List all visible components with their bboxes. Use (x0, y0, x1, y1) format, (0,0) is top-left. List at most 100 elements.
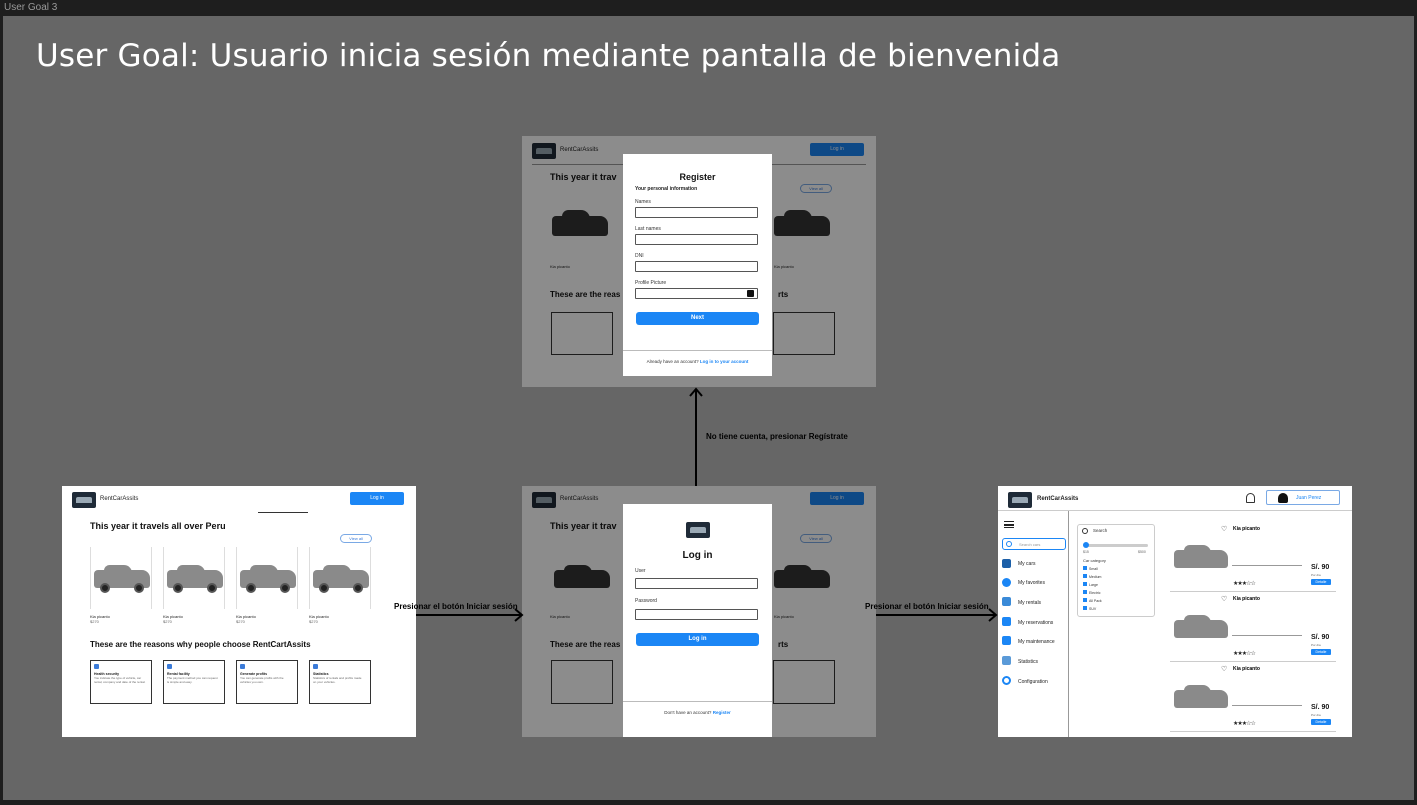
car-listing[interactable]: ♡ Kia picanto ★★★☆☆ S/. 90 Por día Detal… (1170, 524, 1336, 592)
wheel-icon (207, 583, 217, 593)
dni-label: DNI (635, 253, 644, 259)
car-listing[interactable]: ♡ Kia picanto ★★★☆☆ S/. 90 Por día Detal… (1170, 664, 1336, 732)
view-all-button[interactable]: View all (340, 534, 372, 543)
dashboard-screen: RentCarAssits Juan Perez Search cars My … (998, 486, 1352, 737)
user-name: Juan Perez (1296, 495, 1322, 501)
car-price: $270 (90, 619, 99, 624)
reason-card: Rental facility The payment method you c… (163, 660, 225, 704)
brand-name: RentCarAssits (100, 496, 139, 502)
detail-button[interactable]: Detalle (1311, 719, 1331, 725)
password-label: Password (635, 598, 657, 604)
wheel-icon (173, 583, 183, 593)
nav-my-favorites[interactable]: My favorites (1018, 580, 1045, 586)
category-item[interactable]: All Pack (1083, 598, 1102, 603)
user-chip[interactable]: Juan Perez (1266, 490, 1340, 505)
category-item[interactable]: Electric (1083, 590, 1100, 595)
design-canvas: User Goal: Usuario inicia sesión mediant… (3, 16, 1414, 800)
reason-text: You can generate profits with the vehicl… (240, 676, 284, 684)
price-slider[interactable] (1083, 542, 1148, 548)
profile-picture-field[interactable] (635, 288, 758, 299)
listing-per: Por día (1311, 713, 1321, 717)
listing-price: S/. 90 (1311, 564, 1330, 571)
nav-my-reservations[interactable]: My reservations (1018, 620, 1053, 626)
nav-statistics[interactable]: Statistics (1018, 659, 1038, 665)
profile-picture-label: Profile Picture (635, 280, 667, 286)
nav-my-maintenance[interactable]: My maintenance (1018, 639, 1055, 645)
login-link[interactable]: Log in to your account (700, 359, 749, 364)
register-modal: Register Your personal information Names… (623, 154, 772, 376)
detail-button[interactable]: Detalle (1311, 579, 1331, 585)
wheel-icon (353, 583, 363, 593)
reason-text: You indicate the type of vehicle, car re… (94, 676, 146, 684)
category-item[interactable]: Medium (1083, 574, 1101, 579)
statistics-icon (1002, 656, 1011, 665)
reasons-heading: These are the reasons why people choose … (90, 640, 311, 649)
menu-icon[interactable] (1004, 521, 1014, 528)
listing-divider (1232, 565, 1302, 566)
header-login-button[interactable]: Log in (350, 492, 404, 505)
nav-configuration[interactable]: Configuration (1018, 679, 1048, 685)
sidebar: Search cars My cars My favorites My rent… (998, 511, 1069, 737)
wheel-icon (246, 583, 256, 593)
rental-icon (1002, 597, 1011, 606)
login-title: Log in (682, 550, 713, 561)
heart-icon[interactable]: ♡ (1221, 665, 1227, 673)
flow-label-landing-to-login: Presionar el botón Iniciar sesión (394, 602, 518, 611)
password-field[interactable] (635, 609, 758, 620)
user-field[interactable] (635, 578, 758, 589)
last-names-label: Last names (635, 226, 661, 232)
bell-icon[interactable] (1246, 493, 1255, 503)
names-label: Names (635, 199, 651, 205)
car-image (1174, 544, 1228, 568)
car-price: $270 (236, 619, 245, 624)
last-names-field[interactable] (635, 234, 758, 245)
listing-price: S/. 90 (1311, 704, 1330, 711)
money-icon (240, 664, 245, 669)
checkbox-icon (1083, 566, 1087, 570)
car-price: $270 (163, 619, 172, 624)
listing-per: Por día (1311, 643, 1321, 647)
listing-per: Por día (1311, 573, 1321, 577)
calendar-icon (1002, 617, 1011, 626)
flow-label-login-to-dashboard: Presionar el botón Iniciar sesión (865, 602, 989, 611)
car-listing[interactable]: ♡ Kia picanto ★★★☆☆ S/. 90 Por día Detal… (1170, 594, 1336, 662)
range-max: $500 (1138, 550, 1146, 554)
detail-button[interactable]: Detalle (1311, 649, 1331, 655)
next-button[interactable]: Next (636, 312, 759, 325)
names-field[interactable] (635, 207, 758, 218)
heart-icon[interactable]: ♡ (1221, 595, 1227, 603)
heart-icon (1002, 578, 1011, 587)
chart-icon (313, 664, 318, 669)
nav-my-cars[interactable]: My cars (1018, 561, 1036, 567)
category-item[interactable]: SUV (1083, 606, 1096, 611)
login-submit-button[interactable]: Log in (636, 633, 759, 646)
checkbox-icon (1083, 590, 1087, 594)
dni-field[interactable] (635, 261, 758, 272)
heart-icon[interactable]: ♡ (1221, 525, 1227, 533)
brand-name: RentCarAssits (1037, 496, 1079, 502)
range-min: $15 (1083, 550, 1089, 554)
search-input[interactable]: Search cars (1002, 538, 1066, 550)
login-footer: Don't have an account? Register (623, 710, 772, 715)
nav-my-rentals[interactable]: My rentals (1018, 600, 1041, 606)
slider-handle[interactable] (1083, 542, 1089, 548)
shield-icon (94, 664, 99, 669)
category-item[interactable]: Small (1083, 566, 1098, 571)
wheel-icon (319, 583, 329, 593)
car-image (1174, 684, 1228, 708)
logo-icon (72, 492, 96, 508)
landing-screen: RentCarAssits Log in This year it travel… (62, 486, 416, 737)
gear-icon (1002, 676, 1011, 685)
header-divider (258, 512, 308, 513)
car-icon (1002, 559, 1011, 568)
reason-text: Statistics of rentals and profits made o… (313, 676, 362, 684)
upload-icon[interactable] (747, 290, 754, 297)
listing-name: Kia picanto (1233, 526, 1260, 532)
checkbox-icon (1083, 606, 1087, 610)
footer-text: Already have an account? (646, 359, 699, 364)
car-image (1174, 614, 1228, 638)
register-link[interactable]: Register (713, 710, 731, 715)
register-title: Register (679, 172, 716, 182)
category-item[interactable]: Large (1083, 582, 1098, 587)
wheel-icon (100, 583, 110, 593)
